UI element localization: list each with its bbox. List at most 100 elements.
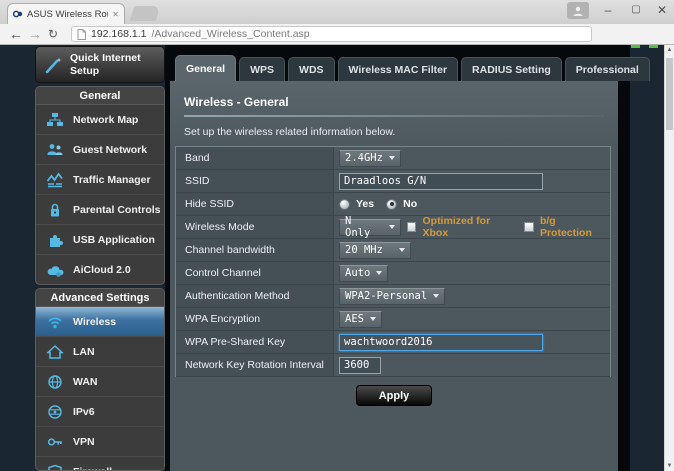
window-maximize-button[interactable]: ▢ — [624, 1, 648, 19]
wireless-mode-label: Wireless Mode — [176, 216, 334, 238]
page-description: Set up the wireless related information … — [184, 126, 396, 138]
tab-general[interactable]: General — [175, 55, 237, 81]
key-rotation-input[interactable] — [339, 356, 381, 374]
sidebar-item-label: WAN — [73, 375, 98, 388]
hide-ssid-label: Hide SSID — [176, 193, 334, 215]
form-row-channel-bandwidth: Channel bandwidth 20 MHz — [176, 239, 610, 262]
control-channel-select[interactable]: Auto — [339, 264, 389, 282]
bg-protection-label: b/g Protection — [539, 215, 592, 239]
guest-network-icon — [47, 143, 63, 155]
scrollbar-up-icon[interactable]: ▲ — [665, 47, 674, 53]
sidebar-item-label: AiCloud 2.0 — [73, 263, 131, 276]
sidebar-item-parental-controls[interactable]: Parental Controls — [36, 195, 164, 225]
sidebar-item-quick-internet-setup[interactable]: Quick Internet Setup — [35, 46, 165, 83]
form-row-wpa-psk: WPA Pre-Shared Key — [176, 331, 610, 354]
sidebar-item-usb-application[interactable]: USB Application — [36, 225, 164, 255]
key-rotation-label: Network Key Rotation Interval — [176, 354, 334, 376]
wpa-encryption-label: WPA Encryption — [176, 308, 334, 330]
ssid-label: SSID — [176, 170, 334, 192]
page-title: Wireless - General — [184, 95, 289, 109]
tab-radius-setting[interactable]: RADIUS Setting — [461, 57, 562, 81]
sidebar-advanced-panel: Advanced Settings Wireless LAN WAN IPv6 … — [35, 288, 165, 471]
sidebar-item-firewall[interactable]: Firewall — [36, 457, 164, 471]
channel-bandwidth-select[interactable]: 20 MHz — [339, 241, 411, 259]
page-scrollbar[interactable]: ▲ ▼ — [664, 45, 674, 471]
apply-button[interactable]: Apply — [356, 385, 432, 406]
scrollbar-thumb[interactable] — [666, 58, 673, 130]
lock-icon — [51, 203, 59, 216]
sidebar-item-aicloud[interactable]: AiCloud 2.0 — [36, 255, 164, 284]
header-green-mark — [631, 45, 640, 48]
sidebar-item-lan[interactable]: LAN — [36, 337, 164, 367]
form-row-wpa-encryption: WPA Encryption AES — [176, 308, 610, 331]
reload-button-icon[interactable]: ↻ — [48, 25, 58, 44]
tab-wds[interactable]: WDS — [288, 57, 335, 81]
form-row-auth-method: Authentication Method WPA2-Personal — [176, 285, 610, 308]
browser-tabbar: ASUS Wireless Router RT ✕ – ▢ ✕ — [0, 0, 674, 24]
sidebar-item-label: Network Map — [73, 113, 139, 126]
cloud-icon — [47, 265, 64, 277]
network-map-icon — [47, 112, 63, 126]
wpa-psk-input[interactable] — [339, 333, 543, 351]
bg-protection-checkbox[interactable] — [524, 222, 534, 232]
dropdown-arrow-icon — [399, 248, 405, 252]
sidebar-item-wireless[interactable]: Wireless — [36, 307, 164, 337]
form-row-hide-ssid: Hide SSID Yes No — [176, 193, 610, 216]
sidebar-item-label: IPv6 — [73, 405, 95, 418]
forward-button-icon[interactable]: → — [28, 25, 42, 44]
optimized-for-xbox-label: Optimized for Xbox — [422, 215, 491, 239]
optimized-for-xbox-checkbox[interactable] — [406, 222, 417, 232]
auth-method-select[interactable]: WPA2-Personal — [339, 287, 446, 305]
sidebar-general-panel: General Network Map Guest Network Traffi… — [35, 86, 165, 285]
url-bar[interactable]: 192.168.1.1/Advanced_Wireless_Content.as… — [71, 26, 592, 42]
form-row-key-rotation: Network Key Rotation Interval — [176, 354, 610, 377]
channel-bandwidth-label: Channel bandwidth — [176, 239, 334, 261]
browser-tab[interactable]: ASUS Wireless Router RT ✕ — [7, 3, 125, 24]
tab-professional[interactable]: Professional — [564, 57, 650, 81]
scrollbar-down-icon[interactable]: ▼ — [665, 463, 674, 469]
traffic-manager-icon — [46, 171, 63, 187]
wpa-encryption-select[interactable]: AES — [339, 310, 382, 328]
tab-close-icon[interactable]: ✕ — [112, 10, 119, 19]
wireless-mode-select[interactable]: N Only — [339, 215, 401, 239]
browser-toolbar: ← → ↻ 192.168.1.1/Advanced_Wireless_Cont… — [0, 24, 674, 65]
window-close-button[interactable]: ✕ — [650, 1, 674, 19]
page-icon — [77, 28, 86, 40]
form-row-band: Band 2.4GHz — [176, 147, 610, 170]
tab-wps[interactable]: WPS — [239, 57, 286, 81]
form-row-wireless-mode: Wireless Mode N Only Optimized for Xbox … — [176, 215, 610, 239]
hide-ssid-no-radio[interactable] — [386, 198, 398, 210]
browser-window: ASUS Wireless Router RT ✕ – ▢ ✕ ← → ↻ 19… — [0, 0, 674, 471]
dropdown-arrow-icon — [369, 317, 376, 321]
header-green-mark — [649, 45, 658, 48]
dropdown-arrow-icon — [376, 271, 383, 275]
control-channel-value: Auto — [345, 267, 371, 279]
back-button-icon[interactable]: ← — [9, 25, 23, 44]
sidebar-item-network-map[interactable]: Network Map — [36, 105, 164, 135]
sidebar-item-ipv6[interactable]: IPv6 — [36, 397, 164, 427]
house-icon — [46, 344, 64, 359]
sidebar-item-vpn[interactable]: VPN — [36, 427, 164, 457]
new-tab-button[interactable] — [129, 6, 161, 21]
sidebar-item-label: LAN — [73, 345, 95, 358]
wireless-mode-value: N Only — [345, 215, 371, 239]
tab-wireless-mac-filter[interactable]: Wireless MAC Filter — [337, 57, 459, 81]
sidebar-item-wan[interactable]: WAN — [36, 367, 164, 397]
wpa-encryption-value: AES — [345, 313, 364, 325]
shield-icon — [48, 464, 62, 470]
ssid-input[interactable] — [339, 172, 543, 190]
band-select[interactable]: 2.4GHz — [339, 149, 401, 167]
profile-button[interactable] — [567, 2, 589, 19]
ipv6-globe-icon — [48, 404, 62, 419]
wifi-icon — [48, 317, 62, 328]
band-label: Band — [176, 147, 334, 169]
url-host: 192.168.1.1 — [91, 28, 147, 40]
window-minimize-button[interactable]: – — [596, 1, 620, 19]
wpa-psk-label: WPA Pre-Shared Key — [176, 331, 334, 353]
sidebar-item-label: Traffic Manager — [73, 173, 151, 186]
sidebar-item-label: Firewall — [73, 466, 112, 471]
puzzle-icon — [50, 234, 63, 247]
sidebar-item-guest-network[interactable]: Guest Network — [36, 135, 164, 165]
hide-ssid-yes-radio[interactable] — [339, 198, 350, 210]
sidebar-item-traffic-manager[interactable]: Traffic Manager — [36, 165, 164, 195]
